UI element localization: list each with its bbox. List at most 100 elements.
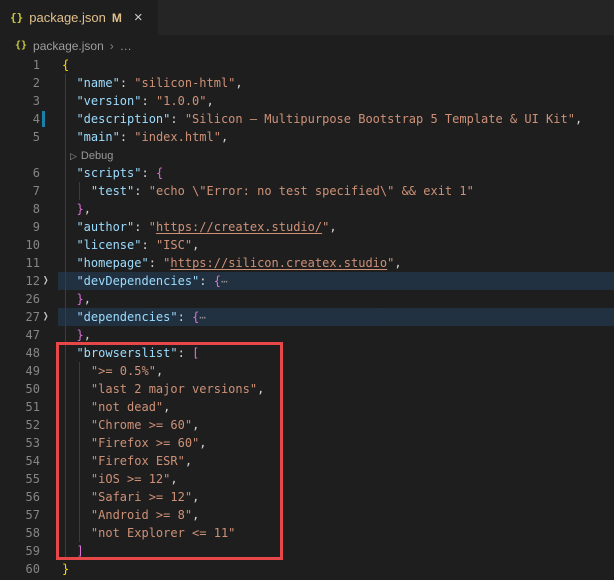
code-line[interactable]: 12❯ "devDependencies": {⋯ (0, 272, 614, 290)
codelens-row[interactable]: ▷Debug (0, 146, 614, 164)
gutter (40, 326, 62, 344)
gutter (40, 92, 62, 110)
code-line[interactable]: 7 "test": "echo \"Error: no test specifi… (0, 182, 614, 200)
code-text: "license": "ISC", (62, 236, 614, 254)
code-line[interactable]: 47 }, (0, 326, 614, 344)
breadcrumb-item-file[interactable]: package.json (33, 39, 104, 53)
line-number: 11 (0, 254, 40, 272)
code-line[interactable]: 4 "description": "Silicon – Multipurpose… (0, 110, 614, 128)
line-number: 50 (0, 380, 40, 398)
code-text: "Chrome >= 60", (62, 416, 614, 434)
code-line[interactable]: 10 "license": "ISC", (0, 236, 614, 254)
gutter (40, 200, 62, 218)
code-text: }, (62, 200, 614, 218)
code-line[interactable]: 6 "scripts": { (0, 164, 614, 182)
code-text: "description": "Silicon – Multipurpose B… (62, 110, 614, 128)
code-text: "devDependencies": {⋯ (62, 272, 614, 290)
gutter (40, 524, 62, 542)
code-line[interactable]: 48 "browserslist": [ (0, 344, 614, 362)
code-line[interactable]: 60} (0, 560, 614, 578)
code-text: { (62, 56, 614, 74)
code-line[interactable]: 51 "not dead", (0, 398, 614, 416)
code-line[interactable]: 49 ">= 0.5%", (0, 362, 614, 380)
line-number: 26 (0, 290, 40, 308)
line-number: 51 (0, 398, 40, 416)
close-icon[interactable]: × (134, 10, 143, 25)
code-text: "main": "index.html", (62, 128, 614, 146)
line-number: 9 (0, 218, 40, 236)
gutter (40, 74, 62, 92)
code-line[interactable]: 59 ] (0, 542, 614, 560)
codelens-text[interactable]: ▷Debug (62, 146, 614, 164)
gutter (40, 506, 62, 524)
code-text: "author": "https://createx.studio/", (62, 218, 614, 236)
gutter (40, 344, 62, 362)
code-text: "dependencies": {⋯ (62, 308, 614, 326)
gutter: ❯ (40, 272, 62, 290)
code-line[interactable]: 50 "last 2 major versions", (0, 380, 614, 398)
line-number: 57 (0, 506, 40, 524)
gutter (40, 542, 62, 560)
code-line[interactable]: 55 "iOS >= 12", (0, 470, 614, 488)
line-number: 1 (0, 56, 40, 74)
code-text: "version": "1.0.0", (62, 92, 614, 110)
gutter (40, 236, 62, 254)
indent-guide (79, 362, 80, 542)
code-text: "name": "silicon-html", (62, 74, 614, 92)
git-modified-badge: M (112, 11, 122, 25)
tab-bar: {} package.json M × (0, 0, 614, 35)
code-text: "not dead", (62, 398, 614, 416)
code-line[interactable]: 2 "name": "silicon-html", (0, 74, 614, 92)
line-number: 47 (0, 326, 40, 344)
gutter (40, 362, 62, 380)
code-line[interactable]: 54 "Firefox ESR", (0, 452, 614, 470)
indent-guide (79, 182, 80, 200)
line-number: 56 (0, 488, 40, 506)
code-line[interactable]: 11 "homepage": "https://silicon.createx.… (0, 254, 614, 272)
line-number: 53 (0, 434, 40, 452)
gutter (40, 470, 62, 488)
code-line[interactable]: 9 "author": "https://createx.studio/", (0, 218, 614, 236)
code-text: "homepage": "https://silicon.createx.stu… (62, 254, 614, 272)
line-number: 49 (0, 362, 40, 380)
code-text: ] (62, 542, 614, 560)
code-text: "scripts": { (62, 164, 614, 182)
line-number: 5 (0, 128, 40, 146)
line-number: 27 (0, 308, 40, 326)
code-text: "last 2 major versions", (62, 380, 614, 398)
code-line[interactable]: 26 }, (0, 290, 614, 308)
tab-package-json[interactable]: {} package.json M × (0, 0, 158, 35)
code-text: }, (62, 290, 614, 308)
code-text: ">= 0.5%", (62, 362, 614, 380)
chevron-right-icon: › (110, 39, 114, 53)
code-line[interactable]: 3 "version": "1.0.0", (0, 92, 614, 110)
code-line[interactable]: 1{ (0, 56, 614, 74)
line-number: 2 (0, 74, 40, 92)
code-line[interactable]: 58 "not Explorer <= 11" (0, 524, 614, 542)
code-line[interactable]: 5 "main": "index.html", (0, 128, 614, 146)
code-line[interactable]: 53 "Firefox >= 60", (0, 434, 614, 452)
indent-guide (65, 74, 66, 560)
line-number: 48 (0, 344, 40, 362)
code-text: "browserslist": [ (62, 344, 614, 362)
code-area[interactable]: 1{2 "name": "silicon-html",3 "version": … (0, 56, 614, 580)
line-number: 55 (0, 470, 40, 488)
json-braces-icon: {} (15, 40, 27, 51)
code-text: "Firefox ESR", (62, 452, 614, 470)
gutter (40, 146, 62, 164)
code-line[interactable]: 8 }, (0, 200, 614, 218)
breadcrumb: {} package.json › … (0, 35, 614, 56)
gutter (40, 488, 62, 506)
line-number: 59 (0, 542, 40, 560)
gutter: ❯ (40, 308, 62, 326)
breadcrumb-item-symbol[interactable]: … (120, 39, 132, 53)
code-line[interactable]: 56 "Safari >= 12", (0, 488, 614, 506)
debug-play-icon: ▷ (70, 151, 77, 161)
gutter (40, 182, 62, 200)
code-text: "Safari >= 12", (62, 488, 614, 506)
code-line[interactable]: 57 "Android >= 8", (0, 506, 614, 524)
code-line[interactable]: 27❯ "dependencies": {⋯ (0, 308, 614, 326)
code-line[interactable]: 52 "Chrome >= 60", (0, 416, 614, 434)
code-text: "Firefox >= 60", (62, 434, 614, 452)
line-number: 60 (0, 560, 40, 578)
